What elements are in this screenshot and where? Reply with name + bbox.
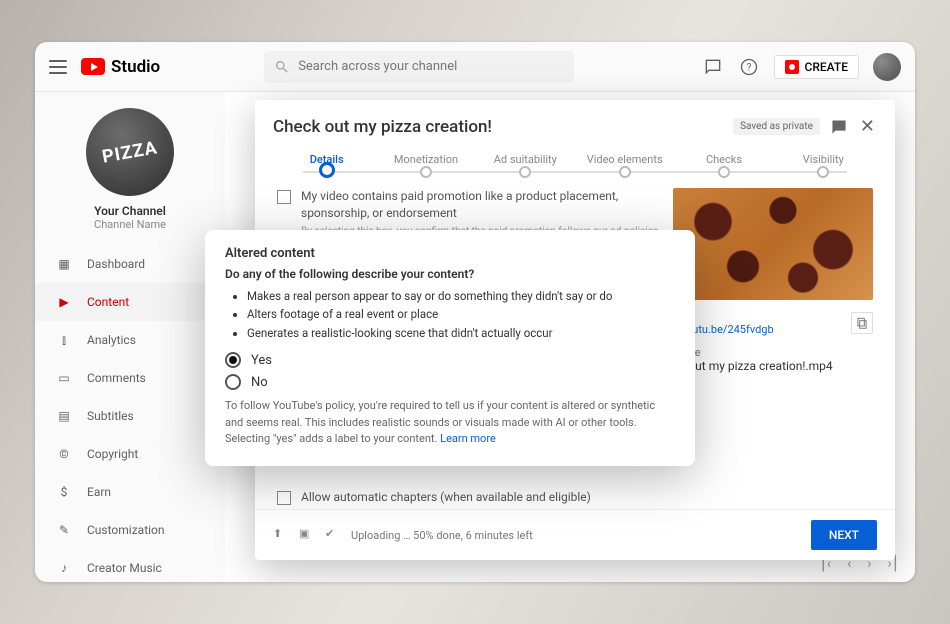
studio-logo[interactable]: Studio	[81, 57, 160, 77]
upload-icon: ⬆	[273, 527, 289, 543]
altered-yes-row[interactable]: Yes	[225, 352, 675, 368]
channel-name: Your Channel	[94, 204, 166, 218]
auto-chapters-label: Allow automatic chapters (when available…	[301, 490, 591, 504]
dialog-header: Check out my pizza creation! Saved as pr…	[255, 100, 895, 153]
radio-yes-label: Yes	[251, 353, 272, 368]
step-details[interactable]: Details	[277, 153, 376, 182]
studio-window: Studio Search across your channel ? CREA…	[35, 42, 915, 582]
sidebar-item-copyright[interactable]: ©Copyright	[35, 435, 225, 473]
dashboard-icon: ▦	[55, 255, 73, 273]
thumbnail-pane: link //youtu.be/245fvdgb name ck out my …	[673, 188, 873, 479]
channel-subtitle: Channel Name	[94, 218, 166, 231]
sidebar-item-comments[interactable]: ▭Comments	[35, 359, 225, 397]
altered-question: Do any of the following describe your co…	[225, 267, 675, 281]
altered-no-row[interactable]: No	[225, 374, 675, 390]
top-actions: ? CREATE	[702, 53, 901, 81]
filename-label: name	[673, 346, 873, 359]
copy-link-icon[interactable]	[851, 312, 873, 334]
create-button[interactable]: CREATE	[774, 55, 859, 79]
learn-more-link[interactable]: Learn more	[440, 432, 496, 445]
avatar[interactable]	[873, 53, 901, 81]
paid-promo-label: My video contains paid promotion like a …	[301, 188, 659, 222]
sidebar: PIZZA Your Channel Channel Name ▦Dashboa…	[35, 92, 225, 582]
earn-icon: $	[55, 483, 73, 501]
comments-icon: ▭	[55, 369, 73, 387]
search-placeholder: Search across your channel	[298, 59, 457, 74]
sidebar-item-earn[interactable]: $Earn	[35, 473, 225, 511]
auto-chapters-row: Allow automatic chapters (when available…	[255, 485, 895, 509]
top-bar: Studio Search across your channel ? CREA…	[35, 42, 915, 92]
step-monetization[interactable]: Monetization	[376, 153, 475, 182]
nav: ▦Dashboard ▶Content ⫾Analytics ▭Comments…	[35, 245, 225, 582]
sidebar-item-content[interactable]: ▶Content	[35, 283, 225, 321]
radio-no[interactable]	[225, 374, 241, 390]
record-icon	[785, 60, 799, 74]
youtube-icon	[81, 58, 105, 75]
sidebar-item-subtitles[interactable]: ▤Subtitles	[35, 397, 225, 435]
sidebar-item-dashboard[interactable]: ▦Dashboard	[35, 245, 225, 283]
music-icon: ♪	[55, 559, 73, 577]
sidebar-item-creator-music[interactable]: ♪Creator Music	[35, 549, 225, 582]
altered-heading: Altered content	[225, 246, 675, 261]
create-label: CREATE	[805, 60, 848, 74]
search-input[interactable]: Search across your channel	[264, 51, 574, 83]
altered-bullet: Generates a realistic-looking scene that…	[247, 324, 675, 342]
content-icon: ▶	[55, 293, 73, 311]
radio-yes[interactable]	[225, 352, 241, 368]
step-video-elements[interactable]: Video elements	[575, 153, 674, 182]
check-icon: ✔	[325, 527, 341, 543]
saved-badge: Saved as private	[733, 118, 820, 135]
filename: ck out my pizza creation!.mp4	[673, 359, 873, 373]
copyright-icon: ©	[55, 445, 73, 463]
customization-icon: ✎	[55, 521, 73, 539]
auto-chapters-checkbox[interactable]	[277, 491, 291, 505]
help-icon[interactable]: ?	[738, 56, 760, 78]
hd-icon: ▣	[299, 527, 315, 543]
altered-bullet: Alters footage of a real event or place	[247, 305, 675, 323]
step-ad-suitability[interactable]: Ad suitability	[476, 153, 575, 182]
search-icon	[274, 59, 290, 75]
step-checks[interactable]: Checks	[674, 153, 773, 182]
channel-thumbnail[interactable]: PIZZA	[86, 108, 174, 196]
svg-text:?: ?	[746, 62, 751, 73]
altered-policy: To follow YouTube's policy, you're requi…	[225, 398, 675, 448]
main: Views Comments 12,345345 12,345345 12,34…	[225, 92, 915, 582]
chat-icon[interactable]	[702, 56, 724, 78]
altered-content-popover: Altered content Do any of the following …	[205, 230, 695, 466]
video-thumbnail[interactable]	[673, 188, 873, 300]
upload-status: Uploading … 50% done, 6 minutes left	[351, 529, 533, 542]
step-visibility[interactable]: Visibility	[774, 153, 873, 182]
altered-bullet: Makes a real person appear to say or do …	[247, 287, 675, 305]
subtitles-icon: ▤	[55, 407, 73, 425]
body: PIZZA Your Channel Channel Name ▦Dashboa…	[35, 92, 915, 582]
dialog-footer: ⬆ ▣ ✔ Uploading … 50% done, 6 minutes le…	[255, 509, 895, 560]
analytics-icon: ⫾	[55, 331, 73, 349]
altered-bullets: Makes a real person appear to say or do …	[225, 287, 675, 342]
radio-no-label: No	[251, 375, 268, 390]
channel-card: PIZZA Your Channel Channel Name	[35, 102, 225, 245]
close-icon[interactable]: ✕	[858, 114, 877, 139]
stepper: Details Monetization Ad suitability Vide…	[255, 153, 895, 182]
dialog-title: Check out my pizza creation!	[273, 117, 723, 137]
menu-icon[interactable]	[49, 60, 67, 74]
upload-dialog: Check out my pizza creation! Saved as pr…	[255, 100, 895, 560]
brand-text: Studio	[111, 57, 160, 77]
next-button[interactable]: NEXT	[811, 520, 877, 550]
send-feedback-icon[interactable]	[830, 118, 848, 136]
sidebar-item-customization[interactable]: ✎Customization	[35, 511, 225, 549]
sidebar-item-analytics[interactable]: ⫾Analytics	[35, 321, 225, 359]
paid-promo-checkbox[interactable]	[277, 190, 291, 204]
